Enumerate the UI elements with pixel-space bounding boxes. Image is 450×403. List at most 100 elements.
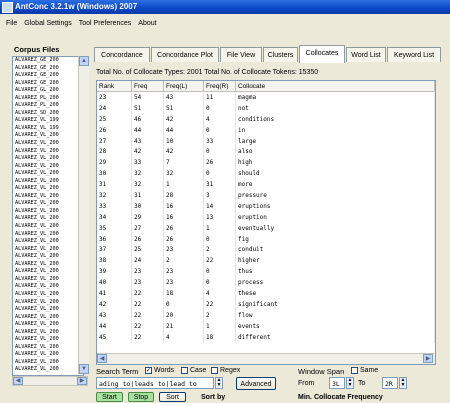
start-button[interactable]: Start	[96, 392, 123, 402]
table-row[interactable]: 26 44 44 0 in	[97, 125, 435, 137]
table-row[interactable]: 27 43 10 33 large	[97, 136, 435, 148]
scroll-up-icon[interactable]: ▲	[79, 56, 89, 66]
table-row[interactable]: 40 23 23 0 process	[97, 278, 435, 290]
corpus-file-item[interactable]: ALVAREZ_GE_200	[13, 57, 83, 65]
corpus-file-item[interactable]: ALVAREZ_VL_200	[13, 215, 83, 223]
table-row[interactable]: 34 29 16 13 eruption	[97, 212, 435, 224]
corpus-file-item[interactable]: ALVAREZ_VL_200	[13, 231, 83, 239]
table-row[interactable]: 35 27 26 1 eventually	[97, 223, 435, 235]
advanced-button[interactable]: Advanced	[236, 377, 276, 390]
table-row[interactable]: 44 22 21 1 events	[97, 321, 435, 333]
corpus-vertical-scrollbar[interactable]: ▲ ▼	[78, 56, 89, 374]
corpus-file-item[interactable]: ALVAREZ_VL_200	[13, 238, 83, 246]
corpus-file-item[interactable]: ALVAREZ_VL_200	[13, 163, 83, 171]
scroll-down-icon[interactable]: ▼	[79, 364, 89, 374]
corpus-file-item[interactable]: ALVAREZ_VL_200	[13, 261, 83, 269]
corpus-file-item[interactable]: ALVAREZ_GE_200	[13, 65, 83, 73]
search-spinner[interactable]: ▲ ▼	[215, 377, 223, 389]
corpus-file-item[interactable]: ALVAREZ_VL_200	[13, 366, 83, 374]
corpus-file-item[interactable]: ALVAREZ_VL_200	[13, 268, 83, 276]
table-horizontal-scrollbar[interactable]: ◀ ▶	[97, 353, 435, 364]
from-spinner[interactable]: ▲ ▼	[346, 377, 354, 389]
table-row[interactable]: 43 22 20 2 flow	[97, 310, 435, 322]
tab-concordance-plot[interactable]: Concordance Plot	[151, 47, 219, 62]
table-row[interactable]: 32 31 28 3 pressure	[97, 191, 435, 202]
corpus-file-item[interactable]: ALVAREZ_VL_200	[13, 200, 83, 208]
corpus-file-item[interactable]: ALVAREZ_VL_200	[13, 329, 83, 337]
menu-tool-preferences[interactable]: Tool Preferences	[79, 20, 132, 27]
corpus-file-item[interactable]: ALVAREZ_VL_200	[13, 185, 83, 193]
tab-keyword-list[interactable]: Keyword List	[387, 47, 441, 62]
scroll-left-icon[interactable]: ◀	[97, 354, 107, 363]
corpus-file-item[interactable]: ALVAREZ_VL_200	[13, 170, 83, 178]
corpus-file-item[interactable]: ALVAREZ_VL_200	[13, 148, 83, 156]
corpus-file-item[interactable]: ALVAREZ_VL_200	[13, 276, 83, 284]
corpus-file-item[interactable]: ALVAREZ_VL_200	[13, 223, 83, 231]
menu-file[interactable]: File	[6, 20, 17, 27]
corpus-file-item[interactable]: ALVAREZ_VL_200	[13, 314, 83, 322]
column-rank[interactable]: Rank	[97, 81, 132, 92]
tab-concordance[interactable]: Concordance	[94, 47, 150, 62]
table-row[interactable]: 30 32 32 0 should	[97, 169, 435, 181]
corpus-file-item[interactable]: ALVAREZ_VL_200	[13, 140, 83, 148]
corpus-file-item[interactable]: ALVAREZ_VL_200	[13, 359, 83, 367]
scroll-left-icon[interactable]: ◀	[13, 377, 23, 385]
stop-button[interactable]: Stop	[128, 392, 154, 402]
corpus-file-item[interactable]: ALVAREZ_GL_200	[13, 87, 83, 95]
corpus-horizontal-scrollbar[interactable]: ◀ ▶	[12, 376, 88, 386]
corpus-file-item[interactable]: ALVAREZ_VL_200	[13, 246, 83, 254]
from-input[interactable]: 3L	[329, 377, 345, 389]
column-freq[interactable]: Freq	[132, 81, 164, 92]
table-row[interactable]: 24 51 51 0 not	[97, 103, 435, 115]
collocates-table[interactable]: Rank Freq Freq(L) Freq(R) Collocate 23 54…	[96, 80, 436, 365]
table-row[interactable]: 39 23 23 0 thus	[97, 267, 435, 279]
table-row[interactable]: 45 22 4 18 different	[97, 332, 435, 344]
table-row[interactable]: 42 22 0 22 significant	[97, 299, 435, 311]
corpus-file-item[interactable]: ALVAREZ_GE_200	[13, 80, 83, 88]
corpus-file-item[interactable]: ALVAREZ_PL_200	[13, 95, 83, 103]
corpus-file-item[interactable]: ALVAREZ_GE_200	[13, 72, 83, 80]
table-row[interactable]: 38 24 2 22 higher	[97, 256, 435, 268]
table-row[interactable]: 23 54 43 11 magma	[97, 93, 435, 104]
corpus-file-item[interactable]: ALVAREZ_VL_200	[13, 193, 83, 201]
case-checkbox[interactable]	[181, 367, 188, 374]
corpus-file-item[interactable]: ALVAREZ_VL_200	[13, 253, 83, 261]
tab-collocates[interactable]: Collocates	[299, 45, 345, 63]
column-freq-l[interactable]: Freq(L)	[164, 81, 204, 92]
table-row[interactable]: 25 46 42 4 conditions	[97, 114, 435, 126]
table-row[interactable]: 31 32 1 31 more	[97, 180, 435, 192]
to-input[interactable]: 2R	[382, 377, 398, 389]
corpus-file-item[interactable]: ALVAREZ_VL_200	[13, 321, 83, 329]
regex-checkbox[interactable]	[211, 367, 218, 374]
table-row[interactable]: 29 33 7 26 high	[97, 158, 435, 170]
menu-about[interactable]: About	[138, 20, 156, 27]
corpus-file-item[interactable]: ALVAREZ_VL_200	[13, 208, 83, 216]
corpus-file-item[interactable]: ALVAREZ_VL_199	[13, 117, 83, 125]
corpus-file-item[interactable]: ALVAREZ_VL_200	[13, 155, 83, 163]
corpus-file-item[interactable]: ALVAREZ_VL_200	[13, 291, 83, 299]
menu-global-settings[interactable]: Global Settings	[24, 20, 71, 27]
table-row[interactable]: 28 42 42 0 also	[97, 147, 435, 159]
corpus-file-item[interactable]: ALVAREZ_VL_200	[13, 336, 83, 344]
sort-button[interactable]: Sort	[159, 392, 186, 402]
corpus-file-item[interactable]: ALVAREZ_VL_199	[13, 125, 83, 133]
corpus-file-item[interactable]: ALVAREZ_VL_200	[13, 306, 83, 314]
corpus-file-item[interactable]: ALVAREZ_VL_200	[13, 299, 83, 307]
corpus-file-item[interactable]: ALVAREZ_VL_200	[13, 178, 83, 186]
search-input[interactable]: ading to|leads to|lead to	[96, 377, 214, 389]
table-row[interactable]: 33 30 16 14 eruptions	[97, 201, 435, 213]
tab-word-list[interactable]: Word List	[346, 47, 386, 62]
column-collocate[interactable]: Collocate	[236, 81, 435, 92]
to-spinner[interactable]: ▲ ▼	[399, 377, 407, 389]
tab-clusters[interactable]: Clusters	[263, 47, 298, 62]
scroll-right-icon[interactable]: ▶	[423, 354, 433, 363]
corpus-file-item[interactable]: ALVAREZ_VL_200	[13, 132, 83, 140]
same-checkbox[interactable]	[351, 367, 358, 374]
corpus-file-item[interactable]: ALVAREZ_VL_200	[13, 283, 83, 291]
tab-file-view[interactable]: File View	[220, 47, 262, 62]
corpus-file-item[interactable]: ALVAREZ_VL_200	[13, 344, 83, 352]
table-row[interactable]: 37 25 23 2 conduit	[97, 245, 435, 257]
column-freq-r[interactable]: Freq(R)	[204, 81, 236, 92]
scroll-right-icon[interactable]: ▶	[77, 377, 87, 385]
corpus-file-item[interactable]: ALVAREZ_VL_200	[13, 351, 83, 359]
